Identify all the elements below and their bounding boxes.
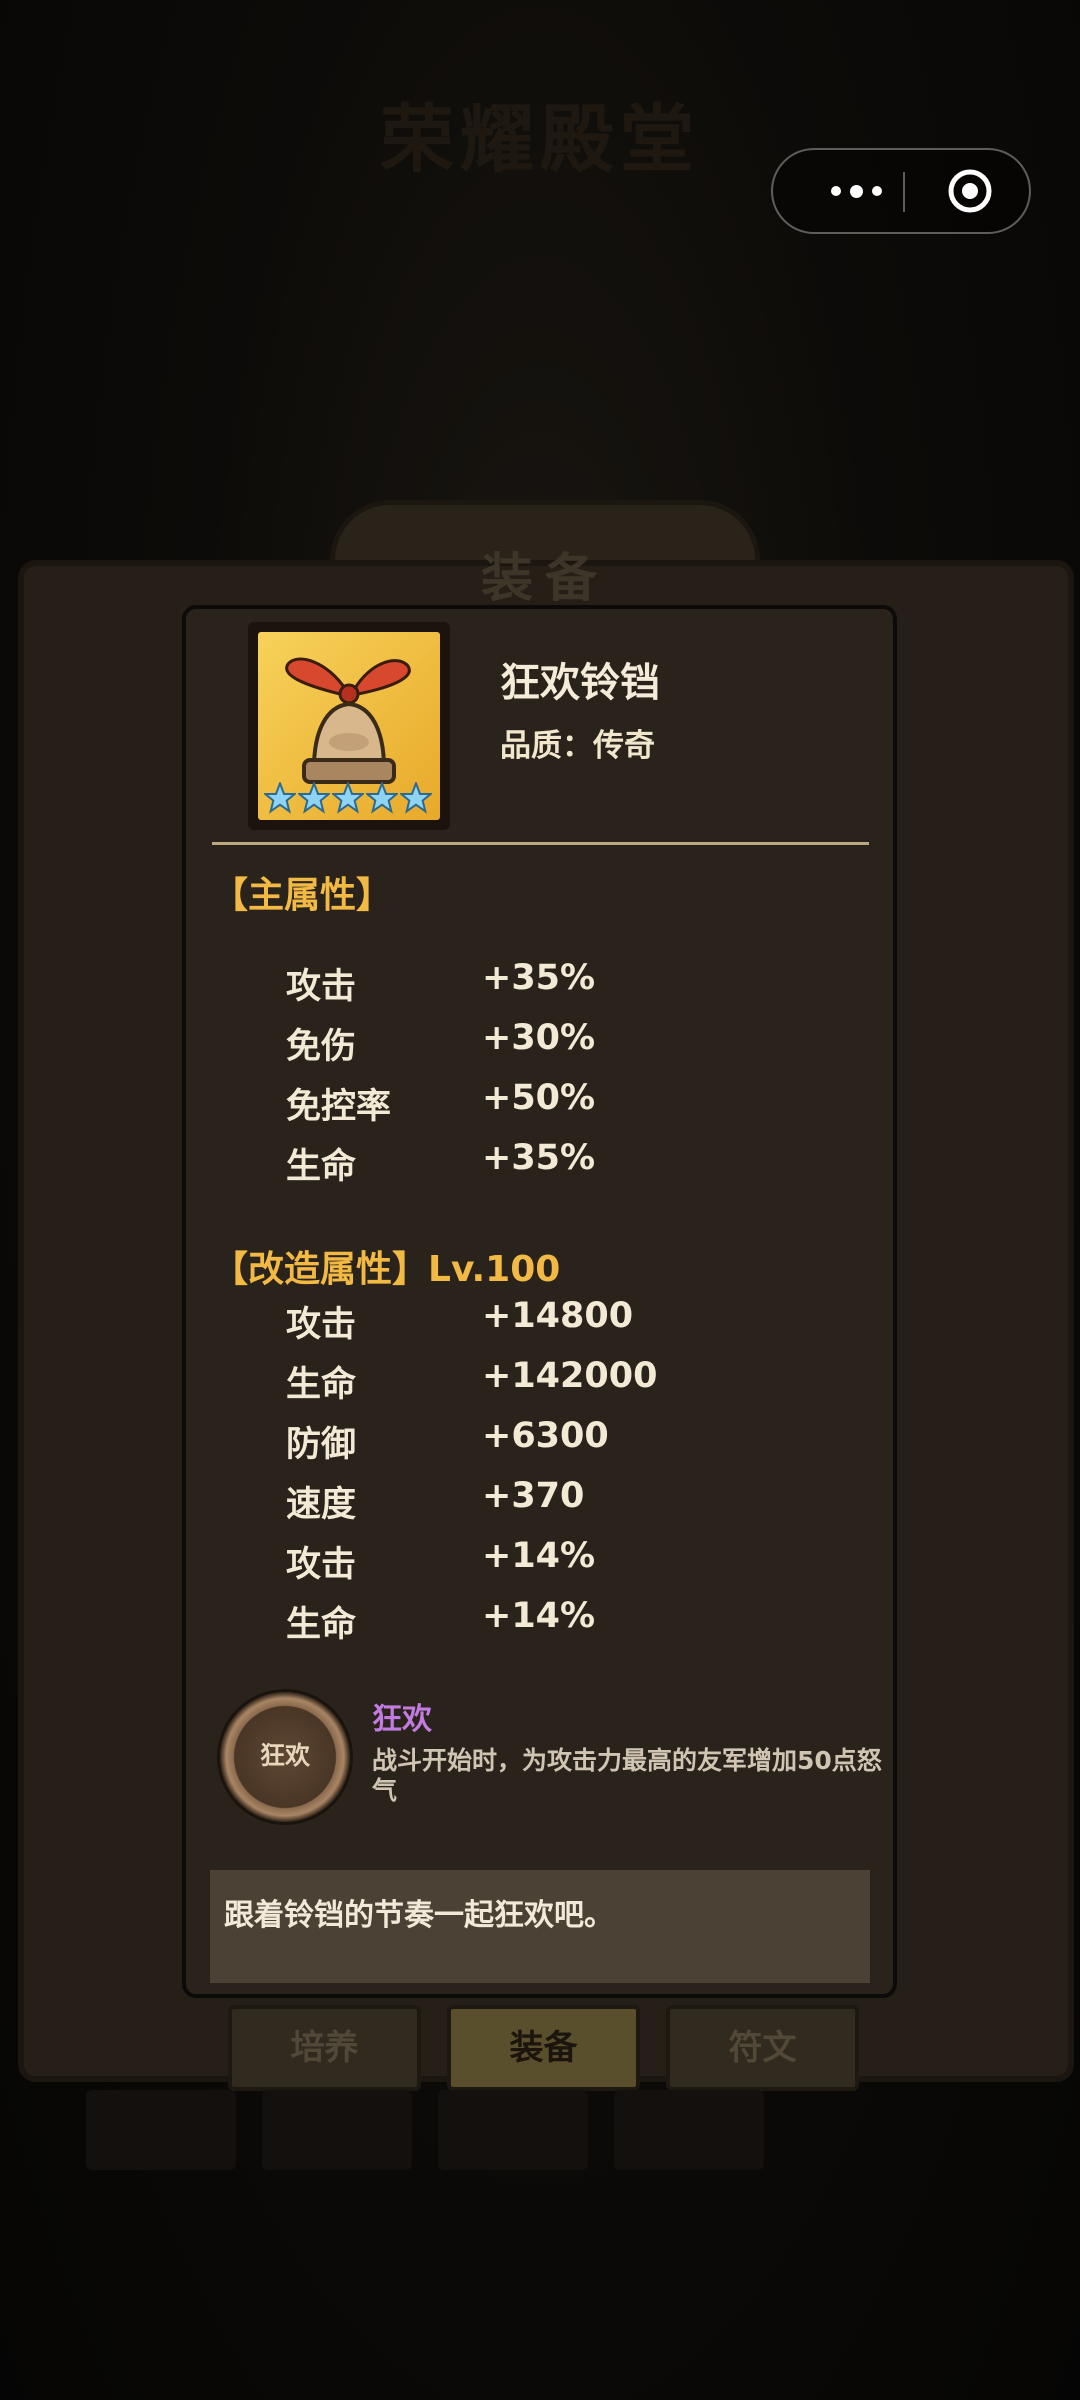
main-attr-label: 生命 [286, 1147, 357, 1187]
panel-divider [212, 842, 869, 845]
skill-name: 狂欢 [372, 1702, 432, 1737]
main-attributes-title: 【主属性】 [212, 875, 393, 916]
flavor-text: 跟着铃铛的节奏一起狂欢吧。 [224, 1898, 614, 1933]
bell-icon [258, 632, 440, 820]
star-icon [264, 782, 296, 814]
flavor-text-box: 跟着铃铛的节奏一起狂欢吧。 [210, 1870, 870, 1983]
item-name: 狂欢铃铛 [500, 660, 660, 706]
reforge-attr-value: +14800 [482, 1296, 634, 1336]
reforge-attr-label: 防御 [286, 1425, 357, 1465]
target-close-icon[interactable] [947, 168, 993, 214]
reforge-attributes-title: 【改造属性】Lv.100 [212, 1249, 561, 1290]
reforge-attr-value: +14% [482, 1596, 596, 1636]
skill-description: 战斗开始时，为攻击力最高的友军增加50点怒气 [372, 1746, 882, 1805]
reforge-attr-label: 攻击 [286, 1305, 357, 1345]
item-stars [264, 782, 432, 814]
main-attr-value: +35% [482, 1138, 596, 1178]
main-attr-label: 攻击 [286, 967, 357, 1007]
capsule-divider [903, 172, 905, 212]
main-attr-value: +50% [482, 1078, 596, 1118]
reforge-attr-label: 生命 [286, 1365, 357, 1405]
reforge-attr-value: +370 [482, 1476, 585, 1516]
reforge-attr-value: +6300 [482, 1416, 609, 1456]
reforge-attr-label: 攻击 [286, 1545, 357, 1585]
main-attr-label: 免伤 [286, 1027, 357, 1067]
main-attr-value: +30% [482, 1018, 596, 1058]
reforge-attr-label: 生命 [286, 1605, 357, 1645]
star-icon [400, 782, 432, 814]
miniprogram-capsule [771, 148, 1031, 234]
main-attr-value: +35% [482, 958, 596, 998]
star-icon [366, 782, 398, 814]
reforge-attr-value: +14% [482, 1536, 596, 1576]
more-dots-icon[interactable] [811, 150, 901, 232]
skill-icon-label: 狂欢 [259, 1741, 310, 1770]
reforge-attr-label: 速度 [286, 1485, 357, 1525]
star-icon [332, 782, 364, 814]
main-attr-label: 免控率 [286, 1087, 392, 1127]
item-quality: 品质：传奇 [500, 728, 655, 764]
star-icon [298, 782, 330, 814]
reforge-attr-value: +142000 [482, 1356, 658, 1396]
